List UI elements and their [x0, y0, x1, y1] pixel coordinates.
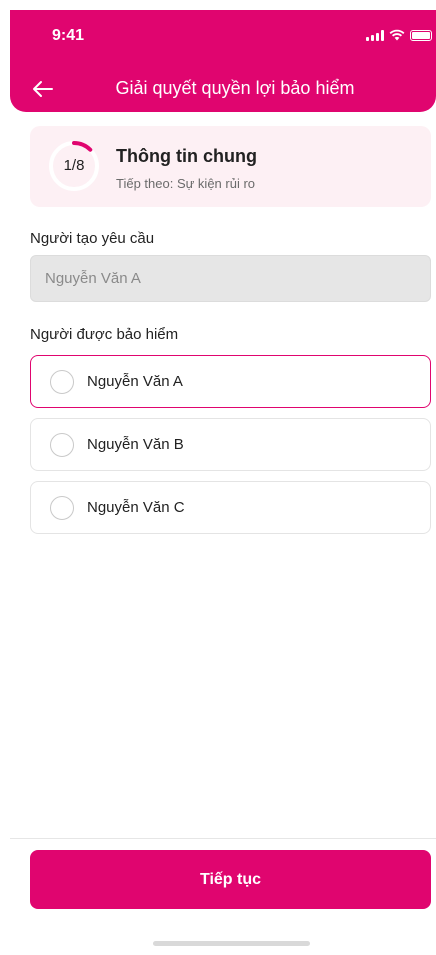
- requester-label: Người tạo yêu cầu: [30, 230, 155, 247]
- radio-icon[interactable]: [50, 496, 74, 520]
- insured-label: Người được bảo hiểm: [30, 326, 179, 343]
- status-time: 9:41: [52, 27, 85, 44]
- status-icons: [366, 29, 432, 41]
- app-header: 9:41 Giải quyết quyền lợi bảo hiểm: [10, 10, 436, 112]
- requester-field: Nguyễn Văn A: [30, 255, 431, 302]
- battery-icon: [410, 29, 432, 41]
- signal-icon: [366, 29, 384, 41]
- progress-card: 1/8 Thông tin chung Tiếp theo: Sự kiện r…: [30, 126, 431, 207]
- wifi-icon: [389, 29, 405, 41]
- step-title: Thông tin chung: [116, 146, 257, 166]
- footer-divider: [10, 838, 436, 839]
- option-label: Nguyễn Văn C: [87, 499, 185, 516]
- radio-icon[interactable]: [50, 433, 74, 457]
- home-indicator: [153, 941, 310, 946]
- insured-option-b[interactable]: Nguyễn Văn B: [30, 418, 431, 471]
- next-step-label: Tiếp theo: Sự kiện rủi ro: [116, 176, 256, 191]
- page-title: Giải quyết quyền lợi bảo hiểm: [115, 78, 355, 98]
- status-bar: 9:41: [10, 10, 436, 58]
- radio-icon[interactable]: [50, 370, 74, 394]
- continue-button[interactable]: Tiếp tục: [30, 850, 431, 909]
- step-counter: 1/8: [63, 157, 85, 174]
- option-label: Nguyễn Văn B: [87, 436, 184, 453]
- insured-option-a[interactable]: Nguyễn Văn A: [30, 355, 431, 408]
- option-label: Nguyễn Văn A: [87, 373, 183, 390]
- insured-option-c[interactable]: Nguyễn Văn C: [30, 481, 431, 534]
- nav-bar: Giải quyết quyền lợi bảo hiểm: [10, 72, 436, 106]
